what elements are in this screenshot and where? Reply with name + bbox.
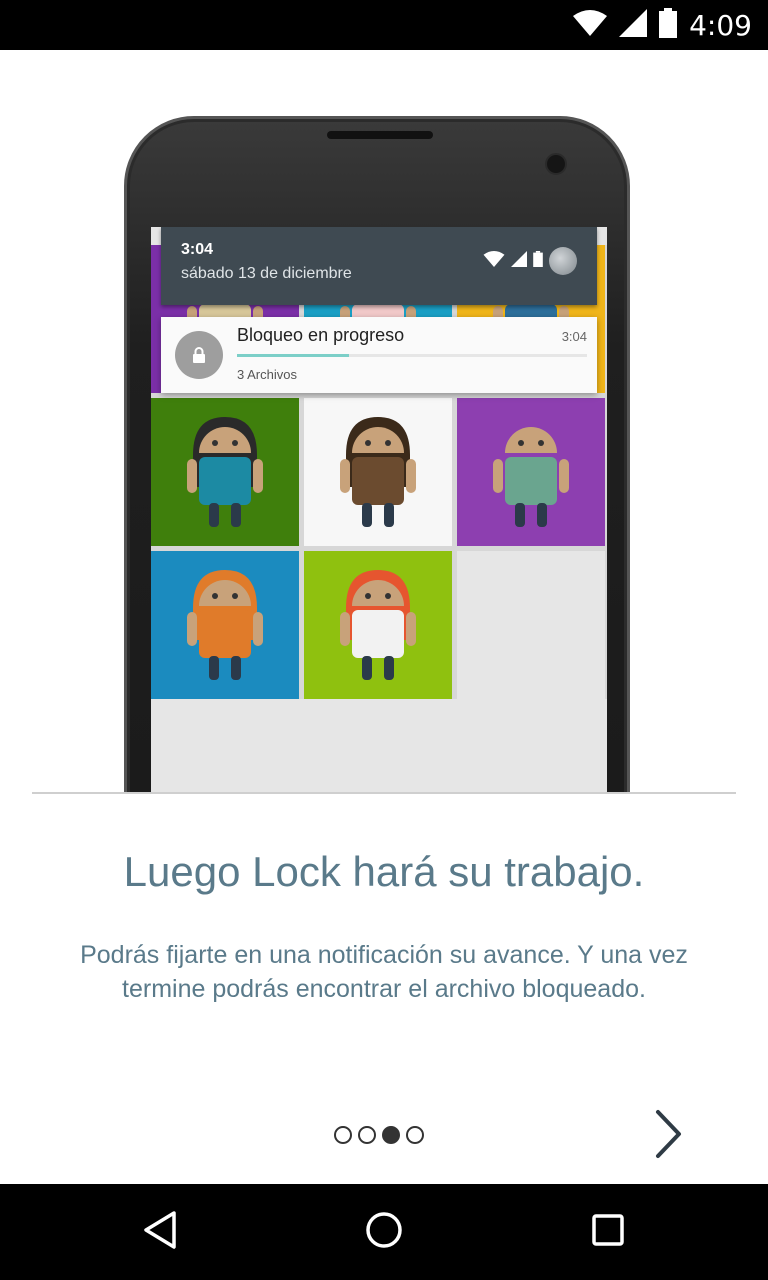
shade-time: 3:04 — [181, 241, 214, 258]
page-dot — [382, 1126, 400, 1144]
wallpaper-tile — [151, 551, 299, 699]
notification-subtitle: 3 Archivos — [237, 367, 297, 382]
wifi-icon — [483, 250, 505, 272]
signal-icon — [619, 8, 648, 42]
home-button[interactable] — [360, 1208, 408, 1256]
wallpaper-tile — [457, 398, 605, 546]
wallpaper-grid — [151, 245, 607, 699]
phone-frame: 3:04 sábado 13 de diciembre Bloqueo en p… — [124, 116, 630, 792]
notification-time: 3:04 — [561, 329, 587, 344]
avatar — [549, 247, 577, 275]
wallpaper-tile — [304, 551, 452, 699]
description-text: Podrás fijarte en una notificación su av… — [80, 941, 688, 1003]
next-button[interactable] — [646, 1108, 690, 1164]
page-indicator — [334, 1126, 424, 1144]
page-dot — [406, 1126, 424, 1144]
home-icon — [365, 1211, 403, 1254]
battery-icon — [533, 250, 543, 272]
shade-status-icons — [483, 247, 577, 275]
wallpaper-tile — [457, 551, 605, 699]
phone-speaker — [327, 131, 433, 139]
recents-button[interactable] — [584, 1208, 632, 1256]
recents-icon — [591, 1213, 625, 1252]
phone-illustration: 3:04 sábado 13 de diciembre Bloqueo en p… — [0, 50, 768, 792]
phone-camera — [545, 153, 567, 175]
progress-fill — [237, 354, 349, 357]
back-icon — [141, 1210, 179, 1255]
chevron-right-icon — [653, 1109, 683, 1164]
back-button[interactable] — [136, 1208, 184, 1256]
android-figure-image — [187, 570, 263, 680]
shade-date: sábado 13 de diciembre — [181, 265, 352, 282]
signal-icon — [511, 250, 527, 272]
page-dot — [334, 1126, 352, 1144]
status-bar: 4:09 — [0, 0, 768, 50]
wallpaper-tile — [151, 398, 299, 546]
battery-icon — [659, 7, 678, 43]
status-clock: 4:09 — [689, 8, 752, 42]
android-figure-image — [340, 570, 416, 680]
android-figure-image — [340, 417, 416, 527]
wifi-icon — [573, 9, 608, 41]
page-dot — [358, 1126, 376, 1144]
android-figure-image — [493, 427, 569, 527]
notification-title: Bloqueo en progreso — [237, 325, 405, 345]
page-title: Luego Lock hará su trabajo. — [123, 848, 645, 895]
lock-icon — [175, 331, 223, 379]
wallpaper-tile — [304, 398, 452, 546]
phone-screen: 3:04 sábado 13 de diciembre Bloqueo en p… — [151, 227, 607, 792]
android-figure-image — [187, 417, 263, 527]
divider — [32, 792, 736, 794]
navigation-bar — [0, 1184, 768, 1280]
progress-bar — [237, 354, 587, 357]
lock-notification: Bloqueo en progreso 3:04 3 Archivos — [161, 317, 597, 393]
notification-shade-header: 3:04 sábado 13 de diciembre — [161, 227, 597, 305]
